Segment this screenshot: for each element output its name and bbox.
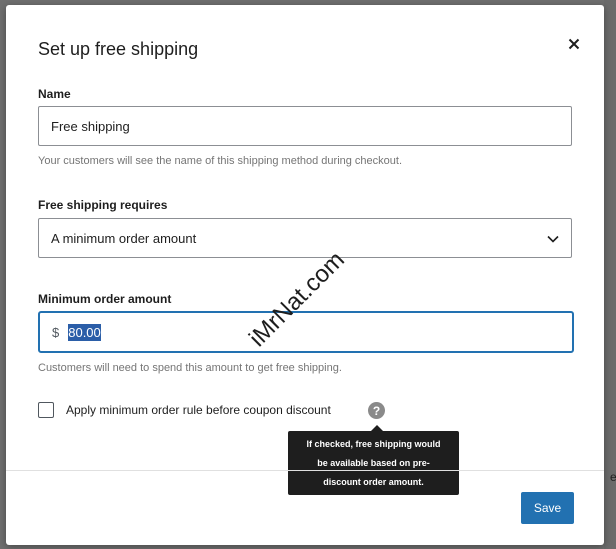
name-input[interactable]: Free shipping xyxy=(38,106,572,146)
background-edge-text: e xyxy=(610,470,616,484)
background-page-edge xyxy=(604,0,616,549)
coupon-rule-checkbox[interactable] xyxy=(38,402,54,418)
amount-input[interactable]: $ 80.00 xyxy=(38,311,574,353)
requires-selected-value: A minimum order amount xyxy=(51,230,197,246)
requires-select[interactable]: A minimum order amount xyxy=(38,218,572,258)
requires-label: Free shipping requires xyxy=(38,198,168,212)
modal-title: Set up free shipping xyxy=(38,39,199,59)
name-label: Name xyxy=(38,87,71,101)
amount-label: Minimum order amount xyxy=(38,292,172,306)
tooltip-line: discount order amount. xyxy=(323,477,424,487)
coupon-rule-label[interactable]: Apply minimum order rule before coupon d… xyxy=(66,403,331,417)
close-button[interactable] xyxy=(562,33,586,57)
coupon-help-tooltip: If checked, free shipping would be avail… xyxy=(288,431,459,495)
name-input-value: Free shipping xyxy=(51,118,130,134)
close-icon xyxy=(568,38,580,53)
amount-help-text: Customers will need to spend this amount… xyxy=(38,362,342,374)
currency-symbol: $ xyxy=(52,324,60,340)
footer-divider xyxy=(6,470,604,471)
amount-input-value: 80.00 xyxy=(68,323,101,341)
free-shipping-modal: Set up free shipping Name Free shipping … xyxy=(6,5,604,545)
help-glyph: ? xyxy=(372,403,381,418)
save-button[interactable]: Save xyxy=(521,492,574,524)
question-icon[interactable]: ? xyxy=(368,402,385,419)
coupon-option-row: Apply minimum order rule before coupon d… xyxy=(38,402,331,418)
tooltip-line: If checked, free shipping would xyxy=(306,439,441,449)
chevron-down-icon xyxy=(547,231,559,246)
name-help-text: Your customers will see the name of this… xyxy=(38,155,403,167)
